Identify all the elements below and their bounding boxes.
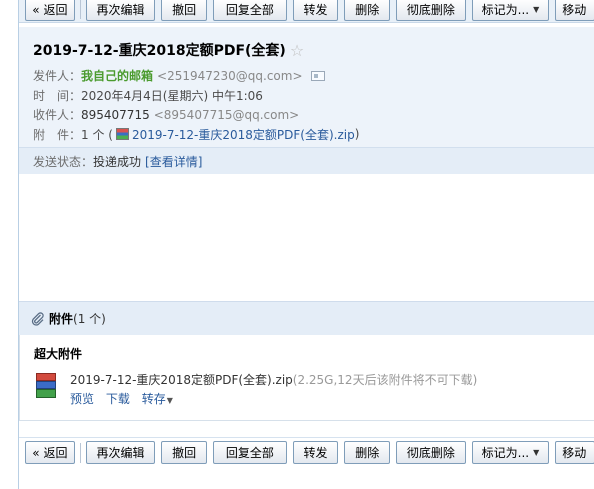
delete-button[interactable]: 删除 (344, 441, 391, 464)
star-icon[interactable]: ☆ (290, 41, 304, 60)
sender-row: 发件人： 我自己的邮箱 <251947230@qq.com> (33, 66, 594, 86)
sender-address: <251947230@qq.com> (157, 68, 303, 83)
status-details-link[interactable]: [查看详情] (145, 153, 202, 170)
attachment-info: 2019-7-12-重庆2018定额PDF(全套).zip(2.25G,12天后… (70, 371, 477, 407)
sender-label: 发件人： (33, 69, 82, 84)
email-subject: 2019-7-12-重庆2018定额PDF(全套) ☆ (33, 39, 594, 61)
download-link[interactable]: 下载 (106, 392, 130, 406)
recipient-address: <895407715@qq.com> (153, 107, 300, 122)
preview-link[interactable]: 预览 (70, 392, 94, 406)
save-to-label: 转存 (141, 392, 166, 406)
mark-as-label: 标记为... (481, 2, 530, 17)
attachment-row: 附 件： 1 个 ( 2019-7-12-重庆2018定额PDF(全套).zip… (33, 125, 594, 145)
attachment-label: 附 件： (33, 127, 82, 142)
attachment-count-close: ) (354, 127, 360, 142)
attachment-filename-row: 2019-7-12-重庆2018定额PDF(全套).zip(2.25G,12天后… (70, 371, 477, 388)
attachments-panel: 超大附件 2019-7-12-重庆2018定额PDF(全套).zip(2.25G… (19, 335, 594, 421)
mark-as-label: 标记为... (481, 446, 530, 460)
email-body (19, 174, 594, 301)
attachment-actions: 预览 下载 转存▼ (70, 390, 477, 407)
contact-card-icon[interactable] (310, 70, 325, 81)
save-to-dropdown[interactable]: 转存▼ (142, 392, 181, 406)
attachment-count: 1 个 ( (81, 127, 113, 142)
zip-file-icon (115, 128, 129, 141)
move-to-dropdown[interactable]: 移动 (555, 0, 594, 21)
move-to-label: 移动 (562, 446, 587, 460)
mark-as-dropdown[interactable]: 标记为... ▼ (471, 441, 550, 464)
paperclip-icon (31, 311, 44, 326)
send-status-bar: 发送状态： 投递成功 [查看详情] (19, 147, 594, 174)
attachments-count: (1 个) (73, 312, 106, 326)
chevron-down-icon: ▼ (166, 396, 173, 405)
delete-forever-button[interactable]: 彻底删除 (396, 441, 466, 464)
chevron-down-icon: ▼ (533, 4, 540, 14)
back-button[interactable]: « 返回 (25, 441, 75, 464)
email-header: 2019-7-12-重庆2018定额PDF(全套) ☆ 发件人： 我自己的邮箱 … (19, 27, 594, 147)
recipient-row: 收件人： 895407715 <895407715@qq.com> (33, 105, 594, 125)
recall-button[interactable]: 撤回 (161, 0, 208, 21)
edit-again-button[interactable]: 再次编辑 (85, 0, 156, 21)
delete-forever-button[interactable]: 彻底删除 (396, 0, 466, 21)
attachment-link[interactable]: 2019-7-12-重庆2018定额PDF(全套).zip (132, 126, 355, 143)
attachment-filename: 2019-7-12-重庆2018定额PDF(全套).zip (70, 373, 293, 387)
status-value: 投递成功 (93, 154, 142, 169)
attachment-item: 2019-7-12-重庆2018定额PDF(全套).zip(2.25G,12天后… (34, 371, 594, 407)
reply-all-button[interactable]: 回复全部 (213, 441, 287, 464)
time-row: 时 间： 2020年4月4日(星期六) 中午1:06 (33, 86, 594, 106)
recipient-label: 收件人： (33, 108, 82, 123)
attachments-title: 附件 (49, 312, 74, 326)
forward-button[interactable]: 转发 (292, 0, 339, 21)
back-button[interactable]: « 返回 (25, 0, 75, 21)
sender-name[interactable]: 我自己的邮箱 (81, 67, 153, 84)
toolbar-separator (79, 442, 81, 463)
large-attachment-label: 超大附件 (34, 347, 83, 361)
time-value: 2020年4月4日(星期六) 中午1:06 (81, 88, 263, 103)
attachment-meta: (2.25G,12天后该附件将不可下载) (292, 373, 478, 387)
move-to-label: 移动 (562, 2, 587, 17)
top-toolbar: « 返回 再次编辑 撤回 回复全部 转发 删除 彻底删除 标记为... ▼ 移动 (19, 0, 594, 23)
forward-button[interactable]: 转发 (292, 441, 339, 464)
status-label: 发送状态： (33, 154, 94, 169)
toolbar-separator (79, 0, 81, 19)
chevron-down-icon: ▼ (533, 448, 540, 457)
bottom-toolbar: « 返回 再次编辑 撤回 回复全部 转发 删除 彻底删除 标记为... ▼ 移动 (19, 437, 594, 467)
email-read-page: « 返回 再次编辑 撤回 回复全部 转发 删除 彻底删除 标记为... ▼ 移动 … (18, 0, 594, 489)
recipient-name[interactable]: 895407715 (81, 108, 150, 122)
edit-again-button[interactable]: 再次编辑 (85, 441, 156, 464)
zip-archive-icon (34, 371, 60, 401)
move-to-dropdown[interactable]: 移动 (555, 441, 594, 464)
email-meta: 发件人： 我自己的邮箱 <251947230@qq.com> 时 间： 2020… (33, 66, 594, 144)
mark-as-dropdown[interactable]: 标记为... ▼ (471, 0, 550, 21)
attachments-header: 附件 (1 个) (19, 301, 594, 335)
recall-button[interactable]: 撤回 (161, 441, 208, 464)
reply-all-button[interactable]: 回复全部 (213, 0, 287, 21)
time-label: 时 间： (33, 88, 82, 103)
delete-button[interactable]: 删除 (344, 0, 391, 21)
subject-text: 2019-7-12-重庆2018定额PDF(全套) (33, 43, 286, 59)
